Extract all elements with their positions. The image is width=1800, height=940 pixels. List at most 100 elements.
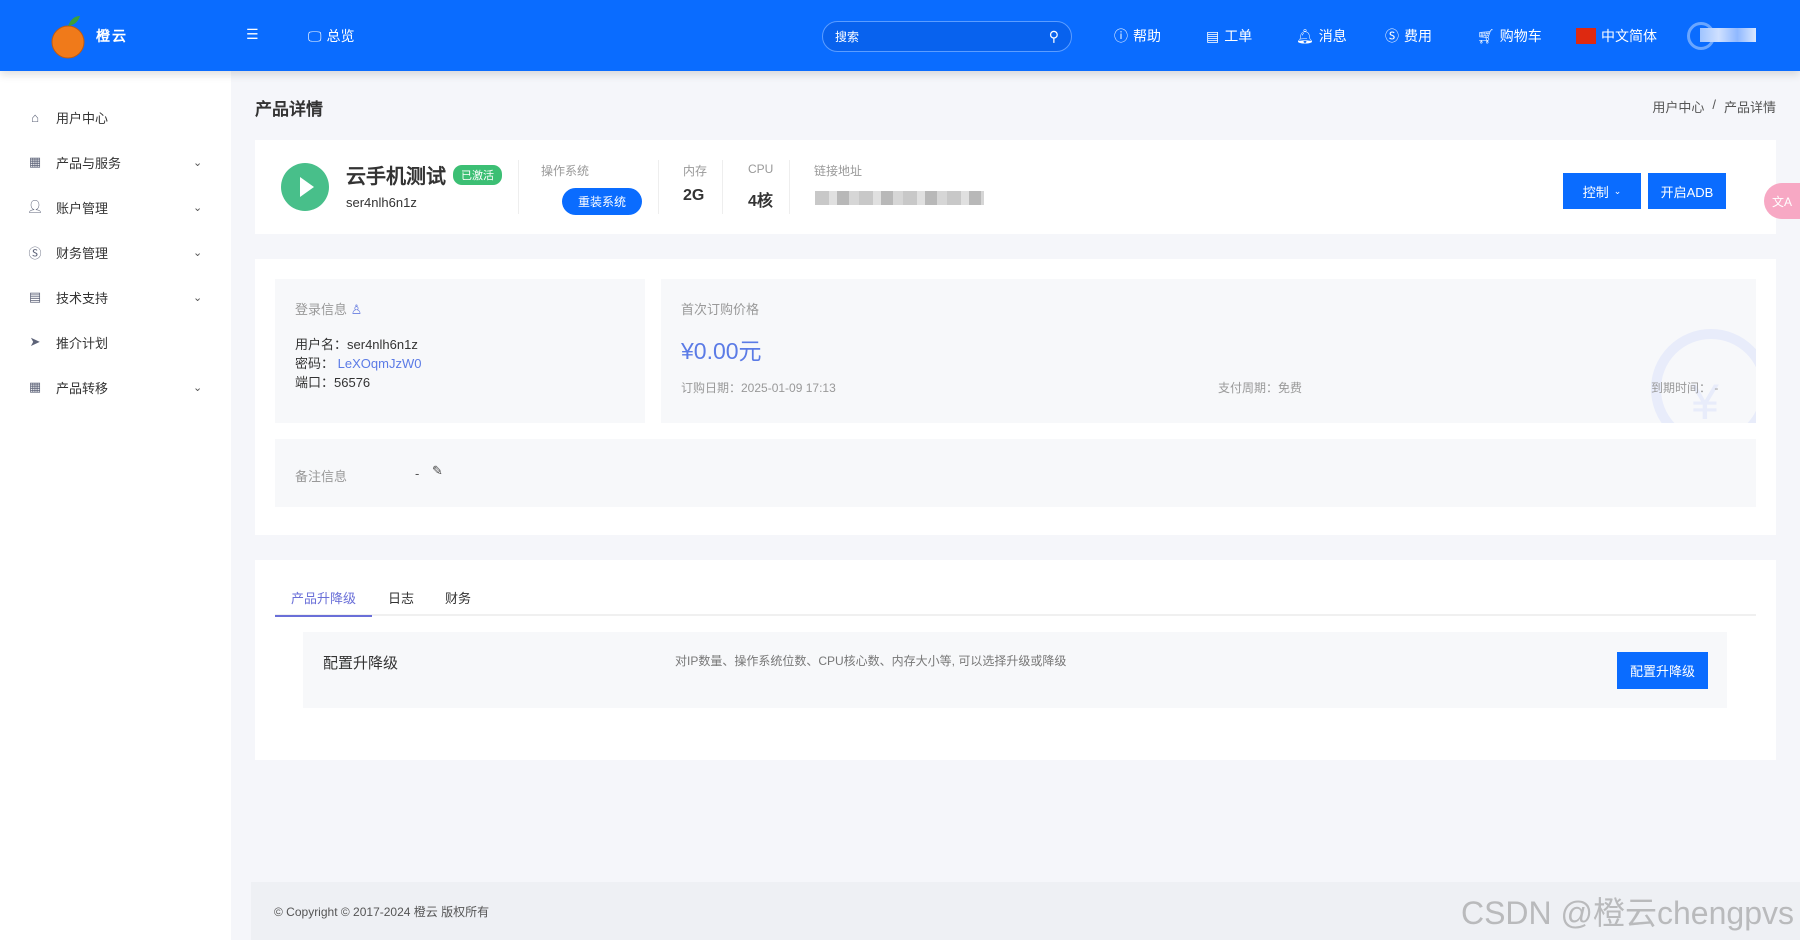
sidebar-item-label: 产品转移: [56, 380, 109, 396]
upgrade-description: 对IP数量、操作系统位数、CPU核心数、内存大小等, 可以选择升级或降级: [675, 654, 1067, 668]
nav-ticket[interactable]: ▤ 工单: [1206, 26, 1252, 46]
sidebar-item-label: 技术支持: [56, 290, 109, 306]
home-icon: ⌂: [31, 109, 39, 125]
overview-link[interactable]: 🖵 总览: [308, 26, 355, 46]
bell-icon: 🔔︎: [1296, 27, 1314, 44]
nav-messages[interactable]: 🔔︎ 消息: [1296, 26, 1347, 46]
send-icon: ➤: [29, 334, 41, 349]
search-icon[interactable]: ⚲: [1049, 28, 1059, 45]
link-address-blurred: [815, 191, 984, 205]
price-amount: ¥0.00元: [681, 338, 762, 364]
login-info-title: 登录信息 ♙: [295, 302, 363, 317]
cpu-value: 4核: [748, 193, 773, 210]
chevron-down-icon: ⌄: [193, 201, 203, 214]
language-label: 中文简体: [1601, 28, 1657, 44]
nav-label: 帮助: [1133, 28, 1161, 44]
nav-label: 费用: [1404, 28, 1432, 44]
username-blurred: [1700, 28, 1756, 42]
sidebar-item-account[interactable]: 👤︎ 账户管理 ⌄: [0, 187, 231, 227]
port-row: 端口：56576: [295, 375, 371, 390]
sidebar-item-user-center[interactable]: ⌂ 用户中心: [0, 97, 231, 137]
nav-label: 消息: [1318, 28, 1347, 44]
breadcrumb-separator: /: [1712, 97, 1716, 112]
cart-icon: 🛒︎: [1477, 27, 1495, 44]
control-label: 控制: [1582, 184, 1609, 200]
sidebar-item-label: 产品与服务: [56, 155, 122, 171]
tab-finance[interactable]: 财务: [445, 588, 471, 607]
overview-label: 总览: [326, 28, 355, 44]
grid-icon: ▦: [28, 154, 42, 169]
password-value[interactable]: LeXOqmJzW0: [338, 356, 422, 371]
sidebar-item-finance[interactable]: Ⓢ 财务管理 ⌄: [0, 232, 231, 272]
upgrade-title: 配置升降级: [323, 655, 399, 672]
language-select[interactable]: 中文简体: [1576, 26, 1657, 46]
ticket-icon: ▤: [1206, 27, 1220, 44]
nav-label: 工单: [1224, 28, 1253, 44]
sidebar-item-label: 财务管理: [56, 245, 109, 261]
login-info-panel: 登录信息 ♙ 用户名：ser4nlh6n1z 密码： LeXOqmJzW0 端口…: [275, 279, 645, 423]
control-dropdown-button[interactable]: 控制 ⌄: [1563, 173, 1641, 209]
tabs-card: 产品升降级 日志 财务 配置升降级 对IP数量、操作系统位数、CPU核心数、内存…: [255, 560, 1776, 760]
menu-toggle-icon[interactable]: ☰: [246, 26, 259, 43]
sidebar-item-label: 账户管理: [56, 200, 109, 216]
china-flag-icon: [1576, 28, 1596, 44]
status-badge: 已激活: [453, 165, 502, 185]
reinstall-system-button[interactable]: 重装系统: [562, 188, 642, 215]
divider: [518, 160, 519, 214]
chevron-down-icon: ⌄: [1613, 185, 1622, 196]
price-panel: 首次订购价格 ¥0.00元 订购日期：2025-01-09 17:13 支付周期…: [661, 279, 1756, 423]
sidebar-item-products[interactable]: ▦ 产品与服务 ⌄: [0, 142, 231, 182]
divider: [658, 160, 659, 214]
remark-label: 备注信息: [295, 469, 348, 484]
document-icon: ▤: [28, 289, 42, 304]
breadcrumb-user-center[interactable]: 用户中心: [1652, 97, 1704, 116]
breadcrumb-current: 产品详情: [1723, 100, 1776, 115]
nav-help[interactable]: ⓘ 帮助: [1114, 26, 1161, 46]
product-name: 云手机测试: [346, 166, 446, 188]
divider: [722, 160, 723, 214]
brand-name[interactable]: 橙云: [96, 26, 128, 46]
nav-fees[interactable]: Ⓢ 费用: [1385, 26, 1432, 46]
port-value: 56576: [334, 375, 371, 390]
enable-adb-button[interactable]: 开启ADB: [1648, 173, 1726, 209]
product-id: ser4nlh6n1z: [346, 195, 417, 210]
play-icon[interactable]: [281, 163, 329, 211]
edit-pencil-icon[interactable]: ✎: [432, 463, 443, 479]
search-box: ⚲: [822, 21, 1072, 52]
watermark: CSDN @橙云chengpvs: [1460, 895, 1794, 931]
chevron-down-icon: ⌄: [193, 381, 203, 394]
upgrade-panel: 配置升降级 对IP数量、操作系统位数、CPU核心数、内存大小等, 可以选择升级或…: [303, 632, 1727, 708]
sidebar-item-transfer[interactable]: ▦ 产品转移 ⌄: [0, 367, 231, 407]
username-row: 用户名：ser4nlh6n1z: [295, 337, 418, 352]
memory-value: 2G: [683, 187, 705, 204]
tab-logs[interactable]: 日志: [388, 588, 414, 607]
help-icon: ⓘ: [1114, 28, 1128, 44]
orange-logo-icon: [51, 16, 85, 59]
sidebar-item-referral[interactable]: ➤ 推介计划: [0, 322, 231, 362]
breadcrumb: 用户中心 / 产品详情: [1652, 97, 1776, 116]
tabs-baseline: [275, 614, 1756, 616]
product-info-card: 登录信息 ♙ 用户名：ser4nlh6n1z 密码： LeXOqmJzW0 端口…: [255, 259, 1776, 535]
payment-cycle: 支付周期：免费: [1218, 381, 1303, 395]
tab-upgrade[interactable]: 产品升降级: [275, 588, 372, 617]
chevron-down-icon: ⌄: [193, 291, 203, 304]
dollar-icon: Ⓢ: [28, 245, 42, 261]
price-title: 首次订购价格: [681, 302, 760, 317]
translate-icon[interactable]: 文A: [1764, 183, 1800, 219]
username-value: ser4nlh6n1z: [347, 337, 418, 352]
configure-upgrade-button[interactable]: 配置升降级: [1617, 652, 1708, 689]
remark-value: -: [415, 466, 420, 481]
chevron-down-icon: ⌄: [193, 246, 203, 259]
sidebar-item-support[interactable]: ▤ 技术支持 ⌄: [0, 277, 231, 317]
product-summary-card: 云手机测试 已激活 ser4nlh6n1z 操作系统 重装系统 内存 2G CP…: [255, 140, 1776, 234]
search-input[interactable]: [835, 29, 1025, 44]
page-title: 产品详情: [255, 100, 323, 119]
cpu-label: CPU: [748, 162, 774, 176]
password-row: 密码： LeXOqmJzW0: [295, 356, 422, 371]
memory-label: 内存: [683, 164, 708, 178]
os-label: 操作系统: [541, 164, 590, 178]
coin-bag-illustration-icon: ¥: [1651, 329, 1756, 423]
nav-label: 购物车: [1499, 28, 1542, 44]
top-header: 橙云 ☰ 🖵总览 ⚲ ⓘ 帮助 ▤工单 🔔︎消息 Ⓢ 费用 🛒︎购物车 中文简体: [0, 0, 1800, 71]
nav-cart[interactable]: 🛒︎ 购物车: [1477, 26, 1542, 46]
